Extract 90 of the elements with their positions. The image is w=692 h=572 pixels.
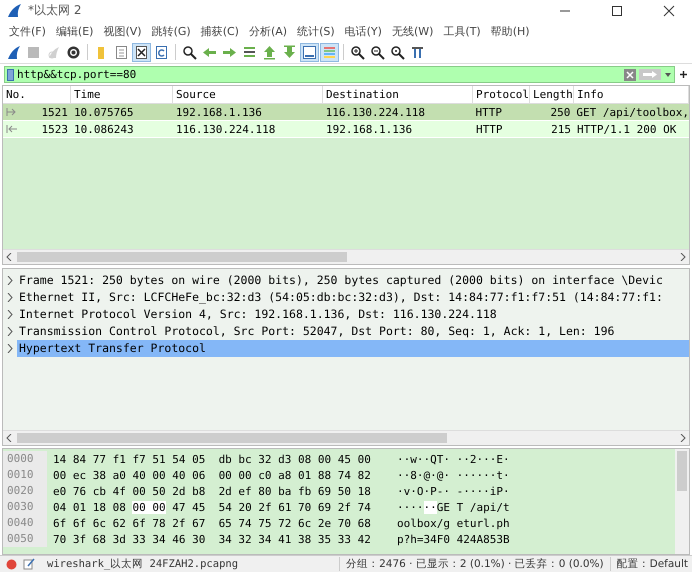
menu-item[interactable]: 文件(F)	[4, 24, 51, 38]
menu-item[interactable]: 视图(V)	[98, 24, 147, 38]
table-cell-text: GET /api/toolbox,	[575, 106, 689, 118]
left-arrow-icon	[6, 125, 18, 133]
ascii-text[interactable]: ··w··QT· ··2···E·	[397, 452, 510, 466]
hex-bytes[interactable]: 04 01 18 08	[53, 500, 132, 514]
horizontal-scrollbar[interactable]	[3, 249, 689, 264]
expand-caret-icon[interactable]	[7, 344, 13, 353]
scroll-left-icon[interactable]	[6, 253, 12, 261]
window-title: *以太网 2	[28, 2, 82, 19]
scroll-left-icon[interactable]	[6, 434, 12, 442]
ascii-text[interactable]: ····	[397, 500, 424, 514]
table-cell-text: 192.168.1.136	[174, 106, 263, 118]
horizontal-scrollbar[interactable]	[3, 430, 689, 445]
file-name: wireshark_以太网 24FZAH2.pcapng	[46, 557, 240, 571]
hex-bytes[interactable]: 14 84 77 f1 f7 51 54 05 db bc 32 d3 08 00 45 00	[53, 452, 371, 466]
ascii-text[interactable]: ·v·O·P-· -····iP·	[397, 484, 510, 498]
table-cell-text: 1523	[40, 122, 69, 136]
offset-label: 0010	[3, 467, 47, 483]
tree-item[interactable]: Hypertext Transfer Protocol	[17, 340, 689, 357]
table-cell-text: 250	[550, 106, 572, 118]
close-icon[interactable]	[663, 4, 675, 16]
maximize-icon[interactable]	[611, 4, 623, 16]
column-header[interactable]: Time	[71, 86, 173, 103]
hex-bytes[interactable]: 00 ec 38 a0 40 00 40 06 00 00 c0 a8 01 88 74 82	[53, 468, 371, 482]
column-header[interactable]: Source	[173, 86, 323, 103]
column-header[interactable]: No.	[3, 86, 71, 103]
plus-icon[interactable]	[679, 70, 688, 79]
offset-label: 0050	[3, 531, 47, 547]
hex-bytes[interactable]: 00 00	[132, 500, 166, 514]
offset-label: 0040	[3, 515, 47, 531]
dropdown-caret-icon[interactable]	[664, 72, 672, 78]
hex-bytes[interactable]: 70 3f 68 3d 33 34 46 30 34 32 34 41 38 35 33 42	[53, 532, 371, 546]
table-cell-text: HTTP/1.1 200 OK	[576, 122, 678, 136]
expand-caret-icon[interactable]	[7, 293, 13, 302]
packet-counts: 分组：2476 · 已显示：2 (0.1%) · 已丢弃：0 (0.0%)	[339, 557, 604, 571]
table-cell-text: 10.075765	[72, 106, 135, 118]
menu-item[interactable]: 编辑(E)	[50, 24, 98, 38]
filter-bar[interactable]: http&&tcp.port==80	[4, 66, 675, 83]
menu-item[interactable]: 帮助(H)	[486, 24, 535, 38]
offset-label: 0000	[3, 451, 47, 467]
hex-bytes[interactable]: 6f 6f 6c 62 6f 78 2f 67 65 74 75 72 6c 2e 70 68	[53, 516, 371, 530]
menu-item[interactable]: 统计(S)	[292, 24, 340, 38]
column-header[interactable]: Info	[574, 86, 689, 103]
edit-icon[interactable]	[23, 558, 35, 570]
right-arrow-icon	[6, 108, 18, 116]
tree-item[interactable]: Transmission Control Protocol, Src Port: 52047, Dst Port: 80, Seq: 1, Ack: 1, Len: 196	[17, 323, 689, 340]
hex-bytes[interactable]: 47 45 54 20 2f 61 70 69 2f 74	[166, 500, 371, 514]
menu-item[interactable]: 工具(T)	[438, 24, 486, 38]
scroll-right-icon[interactable]	[680, 253, 686, 261]
menu-item[interactable]: 分析(A)	[244, 24, 292, 38]
offset-label: 0030	[3, 499, 47, 515]
table-cell-text: 215	[550, 122, 572, 136]
packet-row[interactable]: 1523 10.086243 116.130.224.118 192.168.1.136 HTTP 215 HTTP/1.1 200 OK	[3, 121, 689, 138]
expand-caret-icon[interactable]	[7, 327, 13, 336]
profile-label[interactable]: 配置：Default	[610, 557, 692, 571]
vertical-scrollbar[interactable]	[675, 449, 689, 554]
hex-bytes[interactable]: e0 76 cb 4f 00 50 2d b8 2d ef 80 ba fb 69 50 18	[53, 484, 371, 498]
table-cell-text: 116.130.224.118	[324, 106, 426, 118]
ascii-text[interactable]: ··8·@·@· ······t·	[397, 468, 510, 482]
scroll-right-icon[interactable]	[680, 434, 686, 442]
ascii-text[interactable]: GE T /api/t	[436, 500, 510, 514]
display-filter-field[interactable]: http&&tcp.port==80	[17, 68, 621, 82]
ascii-text[interactable]: ··	[424, 500, 437, 514]
expand-caret-icon[interactable]	[7, 310, 13, 319]
offset-label: 0020	[3, 483, 47, 499]
table-cell-text: 10.086243	[73, 122, 135, 136]
packet-row[interactable]: 1521 10.075765 192.168.1.136 116.130.224.118 HTTP 250 GET /api/toolbox,	[3, 104, 689, 121]
menu-item[interactable]: 跳转(G)	[146, 24, 196, 38]
record-icon[interactable]	[6, 558, 17, 570]
table-cell-text: 192.168.1.136	[325, 122, 414, 136]
bookmark-icon[interactable]	[7, 68, 14, 80]
shark-fin-icon	[6, 2, 22, 18]
table-cell-text: 116.130.224.118	[175, 122, 276, 136]
clear-icon[interactable]	[624, 68, 636, 80]
tree-item[interactable]: Internet Protocol Version 4, Src: 192.168.1.136, Dst: 116.130.224.118	[17, 306, 689, 323]
tree-item[interactable]: Frame 1521: 250 bytes on wire (2000 bits), 250 bytes captured (2000 bits) on interface \Devic	[17, 272, 689, 289]
column-header[interactable]: Length	[530, 86, 574, 103]
table-cell-text: HTTP	[474, 106, 504, 118]
ascii-text[interactable]: oolbox/g eturl.ph	[397, 516, 510, 530]
menu-item[interactable]: 捕获(C)	[196, 24, 244, 38]
column-header[interactable]: Protocol	[473, 86, 530, 103]
column-header[interactable]: Destination	[323, 86, 473, 103]
tree-item[interactable]: Ethernet II, Src: LCFCHeFe_bc:32:d3 (54:05:db:bc:32:d3), Dst: 14:84:77:f1:f7:51 (14:84:77:f1:	[17, 289, 689, 306]
table-cell-text: HTTP	[475, 122, 504, 136]
menu-item[interactable]: 电话(Y)	[340, 24, 387, 38]
table-cell-text: 1521	[40, 106, 69, 118]
ascii-text[interactable]: p?h=34F0 424A853B	[397, 532, 510, 546]
expand-caret-icon[interactable]	[7, 276, 13, 285]
menu-item[interactable]: 无线(W)	[386, 24, 438, 38]
